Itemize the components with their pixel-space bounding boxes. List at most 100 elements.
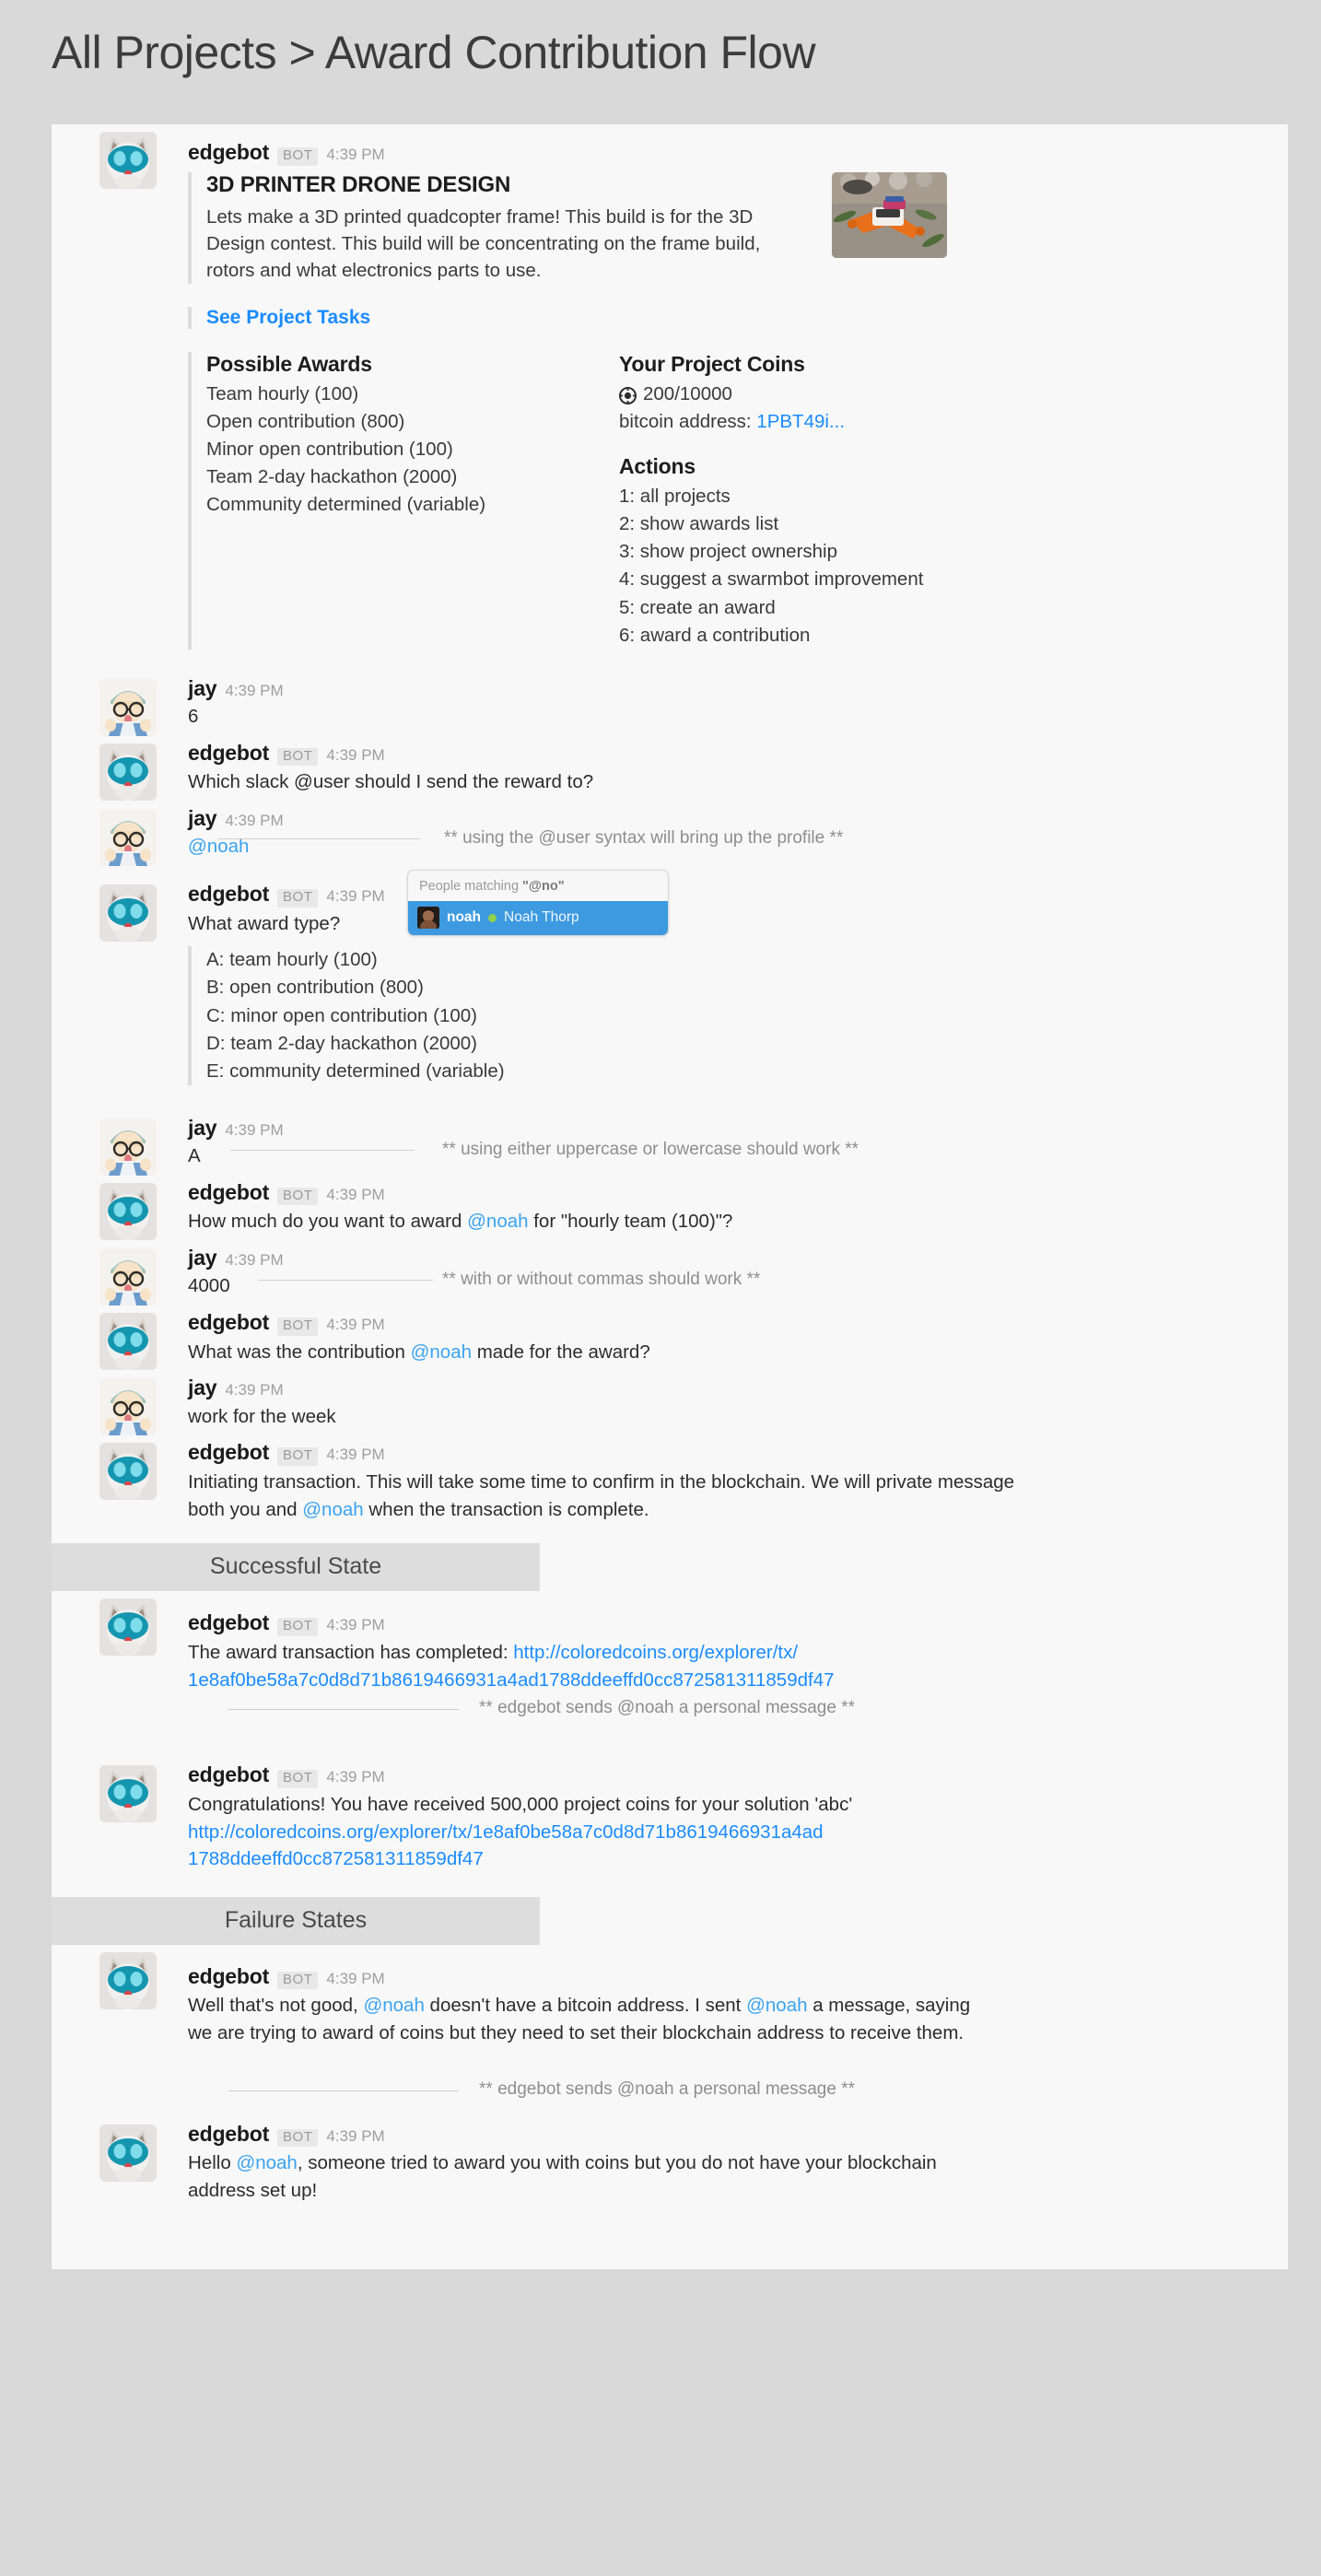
text-part: for "hourly team (100)"?: [528, 1211, 733, 1233]
message-header: jay 4:39 PM: [188, 1246, 1288, 1270]
message-bot-no-address: edgebot BOT 4:39 PM Well that's not good…: [99, 1945, 1288, 2117]
message-header: edgebot BOT 4:39 PM: [188, 1963, 1288, 1990]
action-item: 1: all projects: [619, 486, 731, 508]
avatar-edgebot: [99, 1765, 157, 1823]
author-name: jay: [188, 675, 217, 700]
project-attachment: 3D PRINTER DRONE DESIGN Lets make a 3D p…: [188, 171, 1288, 284]
bot-badge: BOT: [277, 889, 319, 907]
mention-noah[interactable]: @noah: [302, 1499, 363, 1520]
project-tasks-attachment: See Project Tasks: [188, 306, 1288, 329]
author-name: jay: [188, 1376, 217, 1400]
author-name: edgebot: [188, 1179, 270, 1204]
message-bot-ask-user: edgebot BOT 4:39 PM Which slack @user sh…: [99, 736, 1288, 802]
award-type-option: D: team 2-day hackathon (2000): [206, 1032, 477, 1054]
transaction-url-line1[interactable]: http://coloredcoins.org/explorer/tx/: [513, 1642, 798, 1663]
bitcoin-address-label: bitcoin address:: [619, 410, 752, 432]
action-item: 3: show project ownership: [619, 541, 838, 563]
bitcoin-address-row: bitcoin address: 1PBT49i...: [619, 408, 1015, 436]
author-name: edgebot: [188, 882, 270, 907]
annotation-rule: [258, 1280, 433, 1282]
coin-balance-row: 200/10000: [619, 381, 1015, 408]
author-name: edgebot: [188, 140, 270, 164]
message-jay-contribution: jay 4:39 PM work for the week: [99, 1371, 1288, 1436]
message-header: edgebot BOT 4:39 PM: [188, 741, 1288, 767]
message-text: Which slack @user should I send the rewa…: [188, 771, 594, 793]
timestamp: 4:39 PM: [326, 146, 385, 163]
message-text: The award transaction has completed: htt…: [188, 1639, 1109, 1693]
award-type-option: E: community determined (variable): [206, 1060, 505, 1082]
message-bot-ask-contribution: edgebot BOT 4:39 PM What was the contrib…: [99, 1306, 1288, 1371]
timestamp: 4:39 PM: [326, 1185, 385, 1203]
timestamp: 4:39 PM: [326, 887, 385, 906]
avatar-jay: [99, 1118, 157, 1176]
author-name: edgebot: [188, 1440, 270, 1465]
timestamp: 4:39 PM: [225, 1381, 284, 1399]
timestamp: 4:39 PM: [326, 1768, 385, 1786]
action-item: 4: suggest a swarmbot improvement: [619, 568, 924, 591]
avatar-jay: [99, 809, 157, 867]
author-name: jay: [188, 1246, 217, 1270]
message-text: What was the contribution @noah made for…: [188, 1339, 999, 1366]
message-jay-letter: jay 4:39 PM A ** using either uppercase …: [99, 1111, 1288, 1176]
message-text: Initiating transaction. This will take s…: [188, 1469, 1017, 1523]
message-header: edgebot BOT 4:39 PM: [188, 140, 1288, 166]
award-item: Minor open contribution (100): [206, 439, 453, 461]
mention-noah[interactable]: @noah: [746, 1995, 807, 2016]
bot-badge: BOT: [277, 1187, 319, 1206]
text-part: when the transaction is complete.: [363, 1498, 649, 1520]
avatar-edgebot: [99, 884, 157, 943]
annotation-mention-syntax: ** using the @user syntax will bring up …: [444, 828, 844, 849]
message-bot-congratulations: edgebot BOT 4:39 PM Congratulations! You…: [99, 1758, 1288, 1897]
message-header: edgebot BOT 4:39 PM: [188, 882, 1288, 907]
avatar-edgebot: [99, 1443, 157, 1501]
author-name: jay: [188, 806, 217, 831]
award-type-option: C: minor open contribution (100): [206, 1004, 477, 1026]
project-title: 3D PRINTER DRONE DESIGN: [206, 171, 511, 197]
message-header: edgebot BOT 4:39 PM: [188, 1611, 1288, 1636]
congrats-url-line1[interactable]: http://coloredcoins.org/explorer/tx/1e8a…: [188, 1821, 824, 1843]
successful-state-section: Successful State: [52, 1543, 1288, 1592]
successful-state-band: Successful State: [52, 1543, 540, 1592]
timestamp: 4:39 PM: [225, 681, 284, 699]
failure-states-section: Failure States: [52, 1896, 1288, 1945]
message-text: Well that's not good, @noah doesn't have…: [188, 1992, 999, 2046]
action-item: 5: create an award: [619, 596, 776, 618]
award-type-options: A: team hourly (100) B: open contributio…: [188, 946, 1288, 1085]
mention-noah[interactable]: @noah: [363, 1995, 424, 2016]
message-header: edgebot BOT 4:39 PM: [188, 1762, 1288, 1788]
timestamp: 4:39 PM: [225, 812, 284, 830]
awards-coins-attachment: Possible Awards Team hourly (100) Open c…: [188, 351, 1288, 650]
text-part: How much do you want to award: [188, 1211, 468, 1233]
bitcoin-address-link[interactable]: 1PBT49i...: [756, 411, 845, 432]
award-item: Team hourly (100): [206, 382, 359, 404]
bot-badge: BOT: [277, 2128, 319, 2148]
see-project-tasks-link[interactable]: See Project Tasks: [206, 307, 370, 328]
bot-badge: BOT: [277, 1447, 319, 1466]
award-item: Team 2-day hackathon (2000): [206, 466, 458, 488]
bot-badge: BOT: [277, 1317, 319, 1336]
drone-thumbnail-image: [832, 171, 947, 258]
message-text: work for the week: [188, 1405, 336, 1427]
mention-noah[interactable]: @noah: [236, 2152, 297, 2173]
congrats-text: Congratulations! You have received 500,0…: [188, 1793, 853, 1815]
chat-panel: edgebot BOT 4:39 PM 3D PRINTER DRONE DES…: [52, 124, 1288, 2269]
timestamp: 4:39 PM: [326, 1969, 385, 1987]
transaction-url-line2[interactable]: 1e8af0be58a7c0d8d71b8619466931a4ad1788dd…: [188, 1669, 835, 1691]
mention-noah[interactable]: @noah: [467, 1211, 528, 1232]
message-header: jay 4:39 PM: [188, 1376, 1288, 1400]
annotation-personal-message: ** edgebot sends @noah a personal messag…: [479, 1698, 856, 1718]
message-project-card: edgebot BOT 4:39 PM 3D PRINTER DRONE DES…: [99, 124, 1288, 655]
message-header: edgebot BOT 4:39 PM: [188, 2121, 1288, 2148]
message-text: How much do you want to award @noah for …: [188, 1208, 999, 1235]
bot-badge: BOT: [277, 147, 319, 166]
mention-noah[interactable]: @noah: [411, 1341, 472, 1363]
avatar-edgebot: [99, 2124, 157, 2182]
annotation-personal-message: ** edgebot sends @noah a personal messag…: [479, 2078, 856, 2099]
avatar-edgebot: [99, 1951, 157, 2009]
avatar-edgebot: [99, 743, 157, 801]
avatar-jay: [99, 678, 157, 736]
message-header: edgebot BOT 4:39 PM: [188, 1441, 1288, 1466]
author-name: edgebot: [188, 2121, 270, 2146]
congrats-url-line2[interactable]: 1788ddeeffd0cc872581311859df47: [188, 1848, 484, 1869]
author-name: edgebot: [188, 1963, 270, 1988]
